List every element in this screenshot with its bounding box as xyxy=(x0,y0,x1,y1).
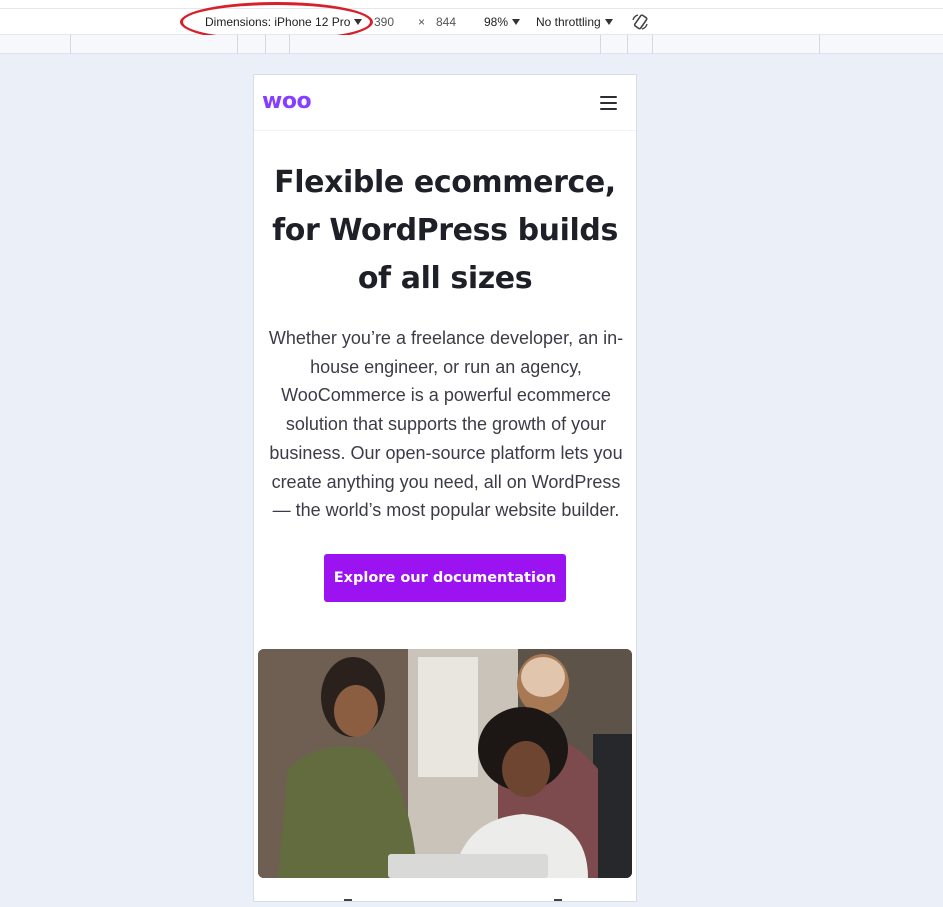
ruler-tick xyxy=(600,35,601,54)
team-photo-illustration xyxy=(258,649,632,878)
site-header: woo xyxy=(254,75,636,131)
width-input[interactable]: 390 xyxy=(374,15,394,30)
hamburger-menu-icon xyxy=(600,108,617,110)
caret-down-icon xyxy=(354,19,363,25)
ruler-tick xyxy=(70,35,71,54)
zoom-label: 98% xyxy=(484,15,509,29)
ruler-tick xyxy=(237,35,238,54)
device-toolbar: Dimensions: iPhone 12 Pro 390 × 844 98% … xyxy=(0,8,943,35)
height-input[interactable]: 844 xyxy=(436,15,456,30)
ruler-tick xyxy=(627,35,628,54)
hamburger-menu-icon xyxy=(600,96,617,98)
throttling-select[interactable]: No throttling xyxy=(536,15,613,30)
times-separator: × xyxy=(418,15,426,29)
ruler-tick xyxy=(819,35,820,54)
media-query-bar[interactable] xyxy=(0,35,943,54)
menu-button[interactable] xyxy=(596,91,620,115)
zoom-select[interactable]: 98% xyxy=(484,15,521,30)
device-viewport: woo Flexible ecommerce, for WordPress bu… xyxy=(253,74,637,902)
ruler-tick xyxy=(289,35,290,54)
hero-photo xyxy=(258,649,632,878)
dimensions-select[interactable]: Dimensions: iPhone 12 Pro xyxy=(205,15,363,30)
dimensions-label: Dimensions: iPhone 12 Pro xyxy=(205,15,351,29)
caret-down-icon xyxy=(604,19,613,25)
hero-description: Whether you’re a freelance developer, an… xyxy=(268,328,624,521)
explore-documentation-button[interactable]: Explore our documentation xyxy=(324,554,566,602)
woo-logo[interactable]: woo xyxy=(262,89,312,115)
throttling-label: No throttling xyxy=(536,15,601,29)
hamburger-menu-icon xyxy=(600,102,617,104)
rotate-button[interactable] xyxy=(630,12,650,32)
rotate-icon xyxy=(632,14,648,30)
next-section-heading-fragment xyxy=(344,899,352,901)
next-section-heading-fragment xyxy=(554,899,562,901)
caret-down-icon xyxy=(512,19,521,25)
ruler-tick xyxy=(265,35,266,54)
hero-title: Flexible ecommerce, for WordPress builds… xyxy=(272,165,618,296)
ruler-tick xyxy=(652,35,653,54)
